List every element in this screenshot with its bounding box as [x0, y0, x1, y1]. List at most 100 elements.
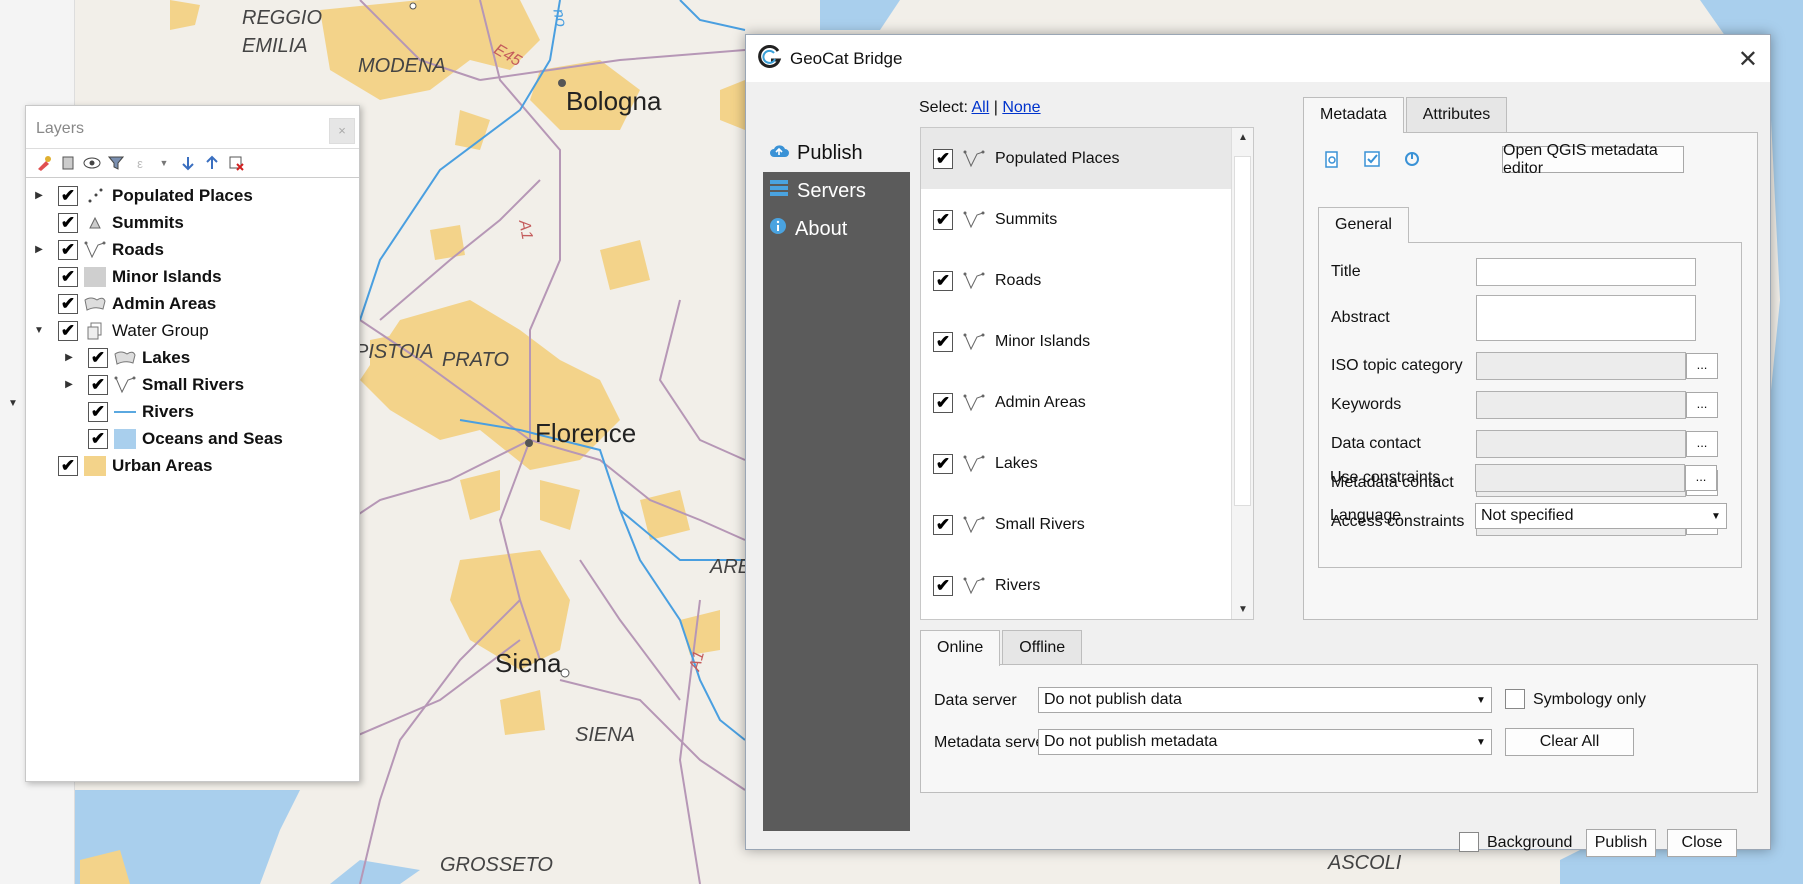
validate-metadata-icon[interactable] — [1364, 151, 1380, 171]
title-field[interactable] — [1476, 258, 1696, 286]
layer-row[interactable]: ✔ Minor Islands — [26, 263, 359, 290]
collapse-arrow-icon[interactable]: ▼ — [32, 325, 46, 336]
collapse-all-icon[interactable] — [202, 153, 222, 173]
layer-checkbox[interactable]: ✔ — [88, 347, 108, 368]
style-manager-icon[interactable] — [34, 153, 54, 173]
keywords-browse-button[interactable]: ... — [1686, 392, 1718, 418]
background-label: Background — [1487, 834, 1573, 851]
close-button[interactable]: Close — [1667, 829, 1737, 857]
layer-checkbox[interactable]: ✔ — [88, 374, 108, 395]
list-item[interactable]: ✔ Summits — [921, 189, 1253, 250]
open-metadata-editor-button[interactable]: Open QGIS metadata editor — [1502, 142, 1684, 177]
list-item[interactable]: ✔ Roads — [921, 250, 1253, 311]
layer-name: Minor Islands — [995, 332, 1091, 350]
scrollbar-thumb[interactable] — [1234, 156, 1251, 506]
expression-filter-icon[interactable]: ε — [130, 153, 150, 173]
map-label: GROSSETO — [440, 854, 553, 876]
clear-all-button[interactable]: Clear All — [1505, 728, 1634, 756]
tab-metadata[interactable]: Metadata — [1303, 97, 1404, 133]
layer-checkbox[interactable]: ✔ — [933, 575, 953, 596]
symbology-only-checkbox[interactable] — [1505, 689, 1525, 709]
list-item[interactable]: ✔ Small Rivers — [921, 494, 1253, 555]
layer-row[interactable]: ✔ Urban Areas — [26, 452, 359, 479]
expand-arrow-icon[interactable]: ▶ — [62, 379, 76, 390]
data-contact-browse-button[interactable]: ... — [1686, 431, 1718, 457]
yellow-fill-symbol-icon — [82, 455, 108, 476]
language-select[interactable]: Not specified ▼ — [1475, 503, 1727, 529]
layer-row[interactable]: ▶ ✔ Small Rivers — [26, 371, 359, 398]
nav-item-about[interactable]: About — [763, 210, 910, 248]
vertical-scrollbar[interactable]: ▲ ▼ — [1231, 128, 1253, 619]
layer-checkbox[interactable]: ✔ — [58, 266, 78, 287]
data-contact-row: Data contact ... — [1331, 429, 1731, 459]
layer-checkbox[interactable]: ✔ — [933, 331, 953, 352]
publish-button[interactable]: Publish — [1586, 829, 1656, 857]
tab-general[interactable]: General — [1318, 207, 1409, 243]
layer-row[interactable]: ✔ Oceans and Seas — [26, 425, 359, 452]
layer-checkbox[interactable]: ✔ — [88, 401, 108, 422]
map-label: A1 — [515, 218, 536, 242]
filter-icon[interactable] — [106, 153, 126, 173]
layer-row[interactable]: ▶ ✔ Lakes — [26, 344, 359, 371]
expand-all-icon[interactable] — [178, 153, 198, 173]
symbology-only-label: Symbology only — [1533, 691, 1646, 708]
field-label: ISO topic category — [1331, 357, 1463, 374]
list-item[interactable]: ✔ Rivers — [921, 555, 1253, 616]
background-checkbox[interactable] — [1459, 832, 1479, 852]
toolbar-dropdown-icon[interactable]: ▼ — [8, 398, 18, 409]
tab-online[interactable]: Online — [920, 630, 1001, 666]
list-item[interactable]: ✔ Admin Areas — [921, 372, 1253, 433]
nav-item-servers[interactable]: Servers — [763, 172, 910, 210]
layer-checkbox[interactable]: ✔ — [933, 514, 953, 535]
abstract-field[interactable] — [1476, 295, 1696, 341]
tab-attributes[interactable]: Attributes — [1405, 97, 1508, 132]
expand-arrow-icon[interactable]: ▶ — [32, 190, 46, 201]
layer-row[interactable]: ✔ Admin Areas — [26, 290, 359, 317]
layer-row[interactable]: ✔ Summits — [26, 209, 359, 236]
load-metadata-icon[interactable] — [1324, 151, 1340, 173]
iso-topic-browse-button[interactable]: ... — [1686, 353, 1718, 379]
metadata-server-select[interactable]: Do not publish metadata ▼ — [1038, 729, 1492, 755]
expand-arrow-icon[interactable]: ▶ — [62, 352, 76, 363]
layer-name: Urban Areas — [112, 455, 213, 475]
select-all-link[interactable]: All — [971, 99, 989, 116]
use-constraints-browse-button[interactable]: ... — [1685, 465, 1717, 491]
layer-checkbox[interactable]: ✔ — [58, 212, 78, 233]
layer-checkbox[interactable]: ✔ — [933, 148, 953, 169]
layer-row[interactable]: ▶ ✔ Roads — [26, 236, 359, 263]
layer-checkbox[interactable]: ✔ — [88, 428, 108, 449]
layer-row[interactable]: ▶ ✔ Populated Places — [26, 182, 359, 209]
layer-checkbox[interactable]: ✔ — [58, 320, 78, 341]
nav-item-publish[interactable]: Publish — [763, 134, 910, 172]
metadata-panel: Open QGIS metadata editor General Title … — [1303, 132, 1758, 620]
preview-metadata-icon[interactable] — [1404, 151, 1420, 171]
list-item[interactable]: ✔ Populated Places — [921, 128, 1253, 189]
layer-group-row[interactable]: ▼ ✔ Water Group — [26, 317, 359, 344]
tab-offline[interactable]: Offline — [1002, 630, 1083, 665]
dialog-title: GeoCat Bridge — [790, 48, 903, 68]
layer-checkbox[interactable]: ✔ — [933, 392, 953, 413]
expand-arrow-icon[interactable]: ▶ — [32, 244, 46, 255]
layer-checkbox[interactable]: ✔ — [933, 453, 953, 474]
close-panel-button[interactable]: × — [329, 118, 355, 144]
data-server-select[interactable]: Do not publish data ▼ — [1038, 687, 1492, 713]
layer-checkbox[interactable]: ✔ — [58, 293, 78, 314]
layer-checkbox[interactable]: ✔ — [58, 455, 78, 476]
select-none-link[interactable]: None — [1002, 99, 1040, 116]
layer-checkbox[interactable]: ✔ — [58, 239, 78, 260]
scroll-down-icon[interactable]: ▼ — [1232, 604, 1253, 615]
list-item[interactable]: ✔ Minor Islands — [921, 311, 1253, 372]
close-icon[interactable]: ✕ — [1738, 45, 1758, 74]
add-group-icon[interactable] — [58, 153, 78, 173]
layer-checkbox[interactable]: ✔ — [58, 185, 78, 206]
layer-checkbox[interactable]: ✔ — [933, 270, 953, 291]
list-item[interactable]: ✔ Lakes — [921, 433, 1253, 494]
layer-checkbox[interactable]: ✔ — [933, 209, 953, 230]
geocat-bridge-dialog: GeoCat Bridge ✕ Publish Servers About Se… — [745, 34, 1771, 857]
scroll-up-icon[interactable]: ▲ — [1232, 132, 1253, 143]
remove-layer-icon[interactable] — [226, 153, 246, 173]
vector-layer-icon — [961, 210, 987, 230]
chevron-down-icon[interactable]: ▼ — [154, 153, 174, 173]
visibility-icon[interactable] — [82, 153, 102, 173]
layer-row[interactable]: ✔ Rivers — [26, 398, 359, 425]
